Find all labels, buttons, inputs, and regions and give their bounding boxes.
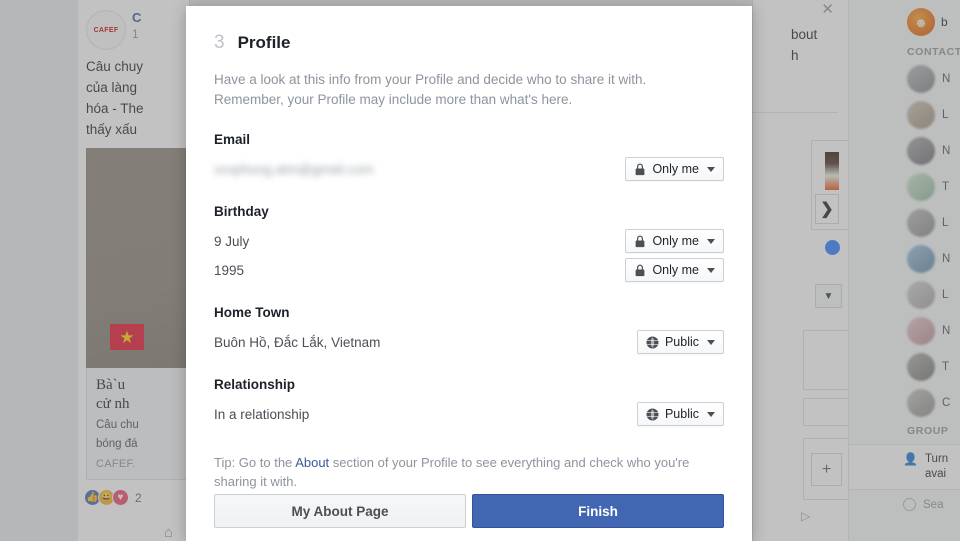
- lock-icon: [634, 163, 646, 176]
- field-row-email: xxxphung.atm@gmail.com Only me: [214, 156, 724, 182]
- tip-text: Tip: Go to the About section of your Pro…: [214, 453, 714, 491]
- audience-label: Only me: [652, 162, 699, 176]
- chevron-down-icon: [707, 267, 715, 273]
- chevron-down-icon: [707, 166, 715, 172]
- field-row-birthday-date: 9 July Only me: [214, 228, 724, 254]
- privacy-checkup-modal: 3 Profile Have a look at this info from …: [186, 6, 752, 541]
- modal-header: 3 Profile: [214, 32, 724, 54]
- globe-icon: [646, 408, 659, 421]
- audience-selector-hometown[interactable]: Public: [636, 330, 724, 354]
- field-label-birthday: Birthday: [214, 204, 269, 219]
- my-about-page-button[interactable]: My About Page: [214, 494, 466, 528]
- audience-selector-email[interactable]: Only me: [625, 157, 724, 181]
- lock-icon: [634, 235, 646, 248]
- step-number: 3: [214, 32, 225, 53]
- email-value: xxxphung.atm@gmail.com: [214, 161, 374, 177]
- audience-selector-birthday-date[interactable]: Only me: [625, 229, 724, 253]
- hometown-value: Buôn Hồ, Đắc Lắk, Vietnam: [214, 334, 381, 350]
- field-label-relationship: Relationship: [214, 377, 296, 392]
- birthday-date-value: 9 July: [214, 233, 250, 249]
- audience-label: Only me: [652, 234, 699, 248]
- modal-footer: My About Page Finish: [214, 494, 724, 528]
- field-label-hometown: Home Town: [214, 305, 290, 320]
- page-title: Profile: [237, 33, 291, 52]
- audience-selector-relationship[interactable]: Public: [636, 402, 724, 426]
- chevron-down-icon: [707, 411, 715, 417]
- relationship-value: In a relationship: [214, 406, 310, 422]
- audience-selector-birthday-year[interactable]: Only me: [625, 258, 724, 282]
- globe-icon: [646, 336, 659, 349]
- field-row-relationship: In a relationship Public: [214, 401, 724, 427]
- birthday-year-value: 1995: [214, 262, 245, 278]
- field-label-email: Email: [214, 132, 251, 147]
- modal-intro-text: Have a look at this info from your Profi…: [214, 72, 647, 107]
- chevron-down-icon: [707, 339, 715, 345]
- audience-label: Public: [664, 407, 699, 421]
- finish-button[interactable]: Finish: [472, 494, 724, 528]
- audience-label: Only me: [652, 263, 699, 277]
- about-link[interactable]: About: [295, 455, 329, 470]
- audience-label: Public: [664, 335, 699, 349]
- lock-icon: [634, 264, 646, 277]
- screen: CAFEF C 1 Câu chuy của làng hóa - The th…: [0, 0, 960, 541]
- field-row-hometown: Buôn Hồ, Đắc Lắk, Vietnam Public: [214, 329, 724, 355]
- tip-before: Tip: Go to the: [214, 455, 296, 470]
- field-row-birthday-year: 1995 Only me: [214, 257, 724, 283]
- chevron-down-icon: [707, 238, 715, 244]
